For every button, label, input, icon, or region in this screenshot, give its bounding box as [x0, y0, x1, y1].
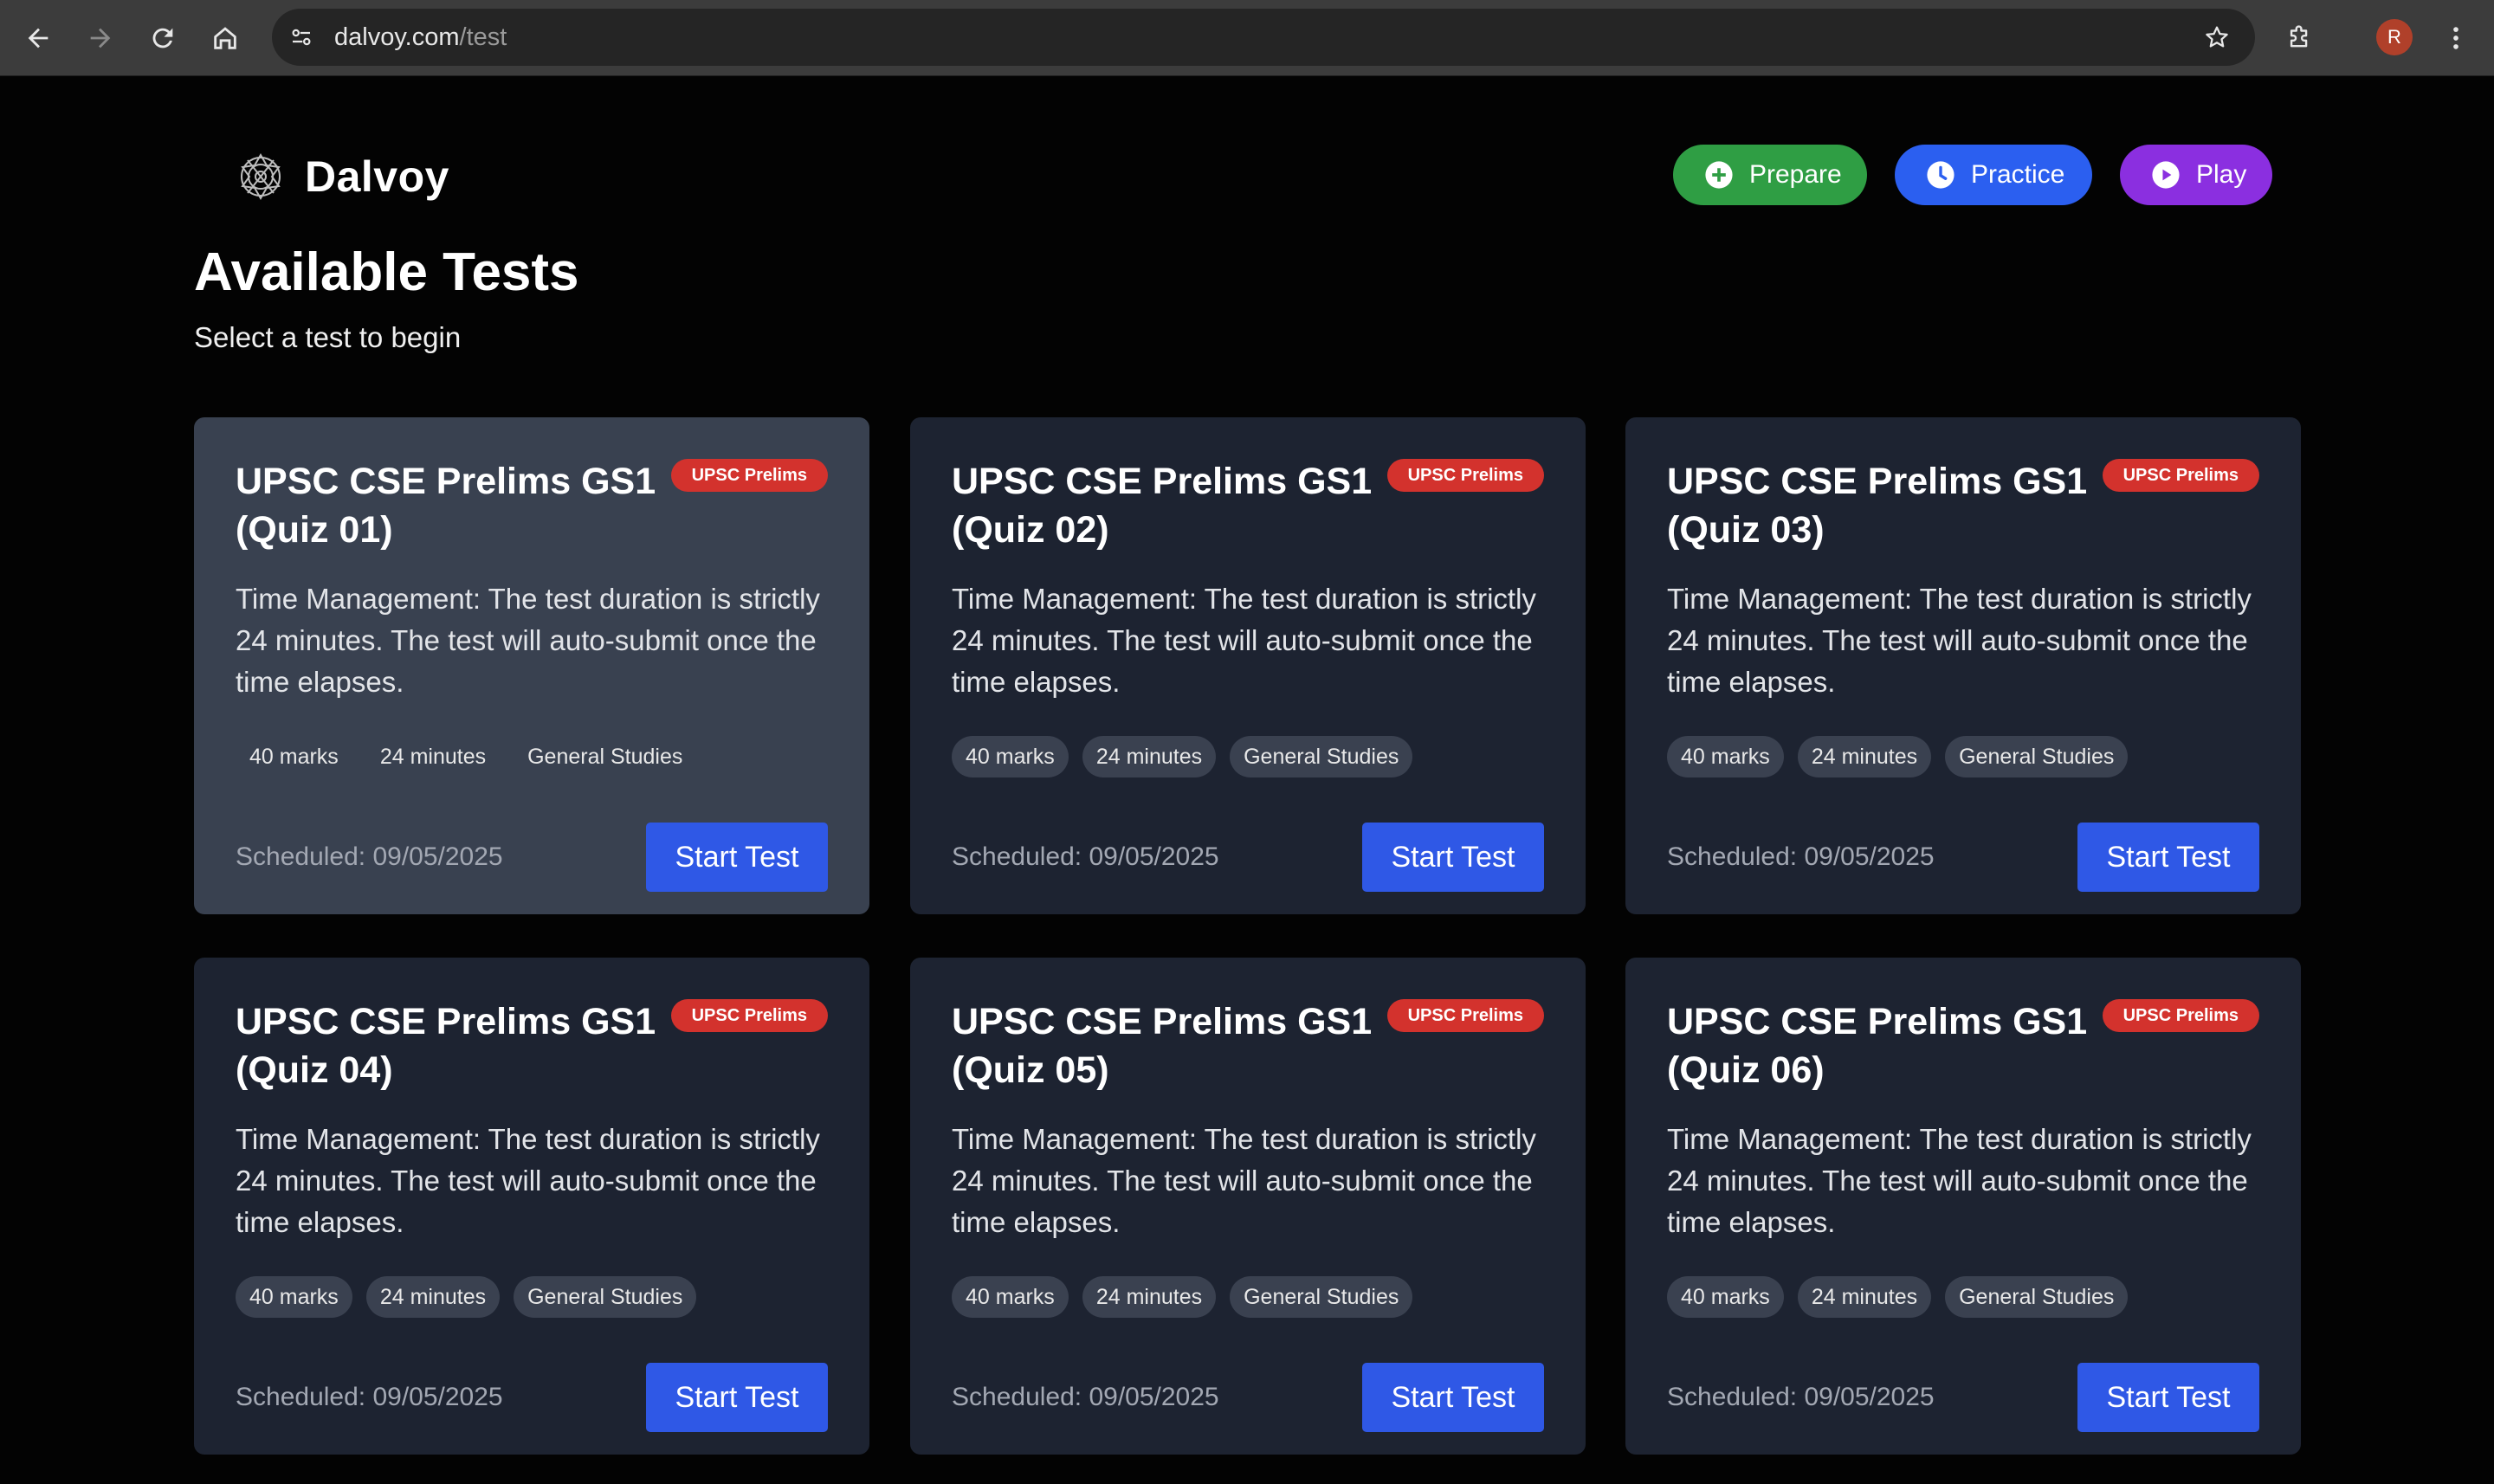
- test-tags: 40 marks 24 minutes General Studies: [1667, 736, 2142, 777]
- prepare-label: Prepare: [1749, 160, 1842, 189]
- forward-button[interactable]: [76, 14, 125, 62]
- arrow-right-icon: [90, 28, 111, 48]
- subject-tag: General Studies: [514, 1276, 697, 1318]
- scheduled-date: Scheduled: 09/05/2025: [236, 842, 503, 871]
- exam-badge: UPSC Prelims: [1386, 999, 1544, 1032]
- subject-tag: General Studies: [1230, 736, 1413, 777]
- test-title: UPSC CSE Prelims GS1 (Quiz 02): [952, 461, 1373, 551]
- subject-tag: General Studies: [1945, 1276, 2129, 1318]
- test-tags: 40 marks 24 minutes General Studies: [236, 736, 710, 777]
- prepare-button[interactable]: Prepare: [1673, 145, 1867, 205]
- start-test-button[interactable]: Start Test: [2077, 823, 2259, 892]
- test-description: Time Management: The test duration is st…: [952, 583, 1536, 698]
- duration-tag: 24 minutes: [1797, 736, 1932, 777]
- test-title: UPSC CSE Prelims GS1 (Quiz 05): [952, 1001, 1373, 1091]
- start-test-button[interactable]: Start Test: [2077, 1363, 2259, 1432]
- marks-tag: 40 marks: [952, 736, 1069, 777]
- test-description: Time Management: The test duration is st…: [952, 1123, 1536, 1238]
- start-test-button[interactable]: Start Test: [1362, 823, 1544, 892]
- url-host: dalvoy.com: [334, 23, 460, 51]
- play-circle-icon: [2152, 161, 2180, 189]
- scheduled-date: Scheduled: 09/05/2025: [1667, 1383, 1935, 1411]
- test-card[interactable]: UPSC CSE Prelims GS1 (Quiz 01) UPSC Prel…: [194, 417, 869, 914]
- test-title: UPSC CSE Prelims GS1 (Quiz 03): [1667, 461, 2088, 551]
- url-text: dalvoy.com/test: [334, 9, 507, 66]
- duration-tag: 24 minutes: [365, 1276, 501, 1318]
- exam-badge: UPSC Prelims: [2102, 459, 2259, 492]
- scheduled-date: Scheduled: 09/05/2025: [1667, 842, 1935, 871]
- home-button[interactable]: [201, 14, 249, 62]
- bookmark-button[interactable]: [2196, 16, 2238, 58]
- test-tags: 40 marks 24 minutes General Studies: [1667, 1276, 2142, 1318]
- browser-menu-button[interactable]: [2432, 14, 2480, 62]
- back-button[interactable]: [14, 14, 62, 62]
- test-card[interactable]: UPSC CSE Prelims GS1 (Quiz 05) UPSC Prel…: [910, 958, 1586, 1455]
- test-card[interactable]: UPSC CSE Prelims GS1 (Quiz 06) UPSC Prel…: [1625, 958, 2301, 1455]
- test-title: UPSC CSE Prelims GS1 (Quiz 01): [236, 461, 656, 551]
- clock-icon: [1927, 161, 1954, 189]
- more-vertical-icon: [2453, 27, 2458, 49]
- test-card[interactable]: UPSC CSE Prelims GS1 (Quiz 04) UPSC Prel…: [194, 958, 869, 1455]
- test-tags: 40 marks 24 minutes General Studies: [236, 1276, 710, 1318]
- brand-name: Dalvoy: [305, 152, 449, 201]
- scheduled-date: Scheduled: 09/05/2025: [236, 1383, 503, 1411]
- test-description: Time Management: The test duration is st…: [1667, 583, 2252, 698]
- reload-button[interactable]: [139, 14, 187, 62]
- scheduled-date: Scheduled: 09/05/2025: [952, 842, 1219, 871]
- start-test-button[interactable]: Start Test: [1362, 1363, 1544, 1432]
- test-tags: 40 marks 24 minutes General Studies: [952, 736, 1426, 777]
- home-icon: [214, 27, 236, 49]
- subject-tag: General Studies: [1230, 1276, 1413, 1318]
- marks-tag: 40 marks: [1667, 736, 1784, 777]
- test-title: UPSC CSE Prelims GS1 (Quiz 06): [1667, 1001, 2088, 1091]
- page-title: Available Tests: [194, 242, 579, 302]
- arrow-left-icon: [28, 28, 48, 48]
- duration-tag: 24 minutes: [1797, 1276, 1932, 1318]
- duration-tag: 24 minutes: [1082, 736, 1217, 777]
- test-card[interactable]: UPSC CSE Prelims GS1 (Quiz 03) UPSC Prel…: [1625, 417, 2301, 914]
- exam-badge: UPSC Prelims: [670, 999, 828, 1032]
- tune-icon: [292, 29, 311, 46]
- test-description: Time Management: The test duration is st…: [236, 1123, 820, 1238]
- star-icon: [2206, 26, 2228, 48]
- exam-badge: UPSC Prelims: [670, 459, 828, 492]
- play-button[interactable]: Play: [2120, 145, 2272, 205]
- address-bar[interactable]: dalvoy.com/test: [272, 9, 2255, 66]
- start-test-button[interactable]: Start Test: [646, 823, 828, 892]
- test-tags: 40 marks 24 minutes General Studies: [952, 1276, 1426, 1318]
- start-test-button[interactable]: Start Test: [646, 1363, 828, 1432]
- subject-tag: General Studies: [527, 745, 683, 769]
- play-label: Play: [2196, 160, 2247, 189]
- brand[interactable]: Dalvoy: [232, 146, 449, 207]
- marks-tag: 40 marks: [236, 1276, 352, 1318]
- browser-toolbar: dalvoy.com/test R: [0, 0, 2494, 76]
- duration-tag: 24 minutes: [1082, 1276, 1217, 1318]
- practice-label: Practice: [1971, 160, 2065, 189]
- test-description: Time Management: The test duration is st…: [236, 583, 820, 698]
- exam-badge: UPSC Prelims: [2102, 999, 2259, 1032]
- exam-badge: UPSC Prelims: [1386, 459, 1544, 492]
- duration-tag: 24 minutes: [379, 745, 487, 769]
- puzzle-icon: [2290, 25, 2308, 48]
- marks-tag: 40 marks: [952, 1276, 1069, 1318]
- dalvoy-logo-icon: [241, 153, 281, 200]
- test-description: Time Management: The test duration is st…: [1667, 1123, 2252, 1238]
- scheduled-date: Scheduled: 09/05/2025: [952, 1383, 1219, 1411]
- subject-tag: General Studies: [1945, 736, 2129, 777]
- marks-tag: 40 marks: [1667, 1276, 1784, 1318]
- site-info-button[interactable]: [281, 16, 322, 58]
- marks-tag: 40 marks: [249, 745, 339, 769]
- url-path: /test: [459, 23, 507, 51]
- extensions-button[interactable]: [2276, 14, 2324, 62]
- test-title: UPSC CSE Prelims GS1 (Quiz 04): [236, 1001, 656, 1091]
- page-content: Dalvoy Prepare Practice Play Available T…: [0, 77, 2494, 1484]
- page-subtitle: Select a test to begin: [194, 321, 462, 353]
- practice-button[interactable]: Practice: [1895, 145, 2092, 205]
- profile-avatar[interactable]: R: [2376, 19, 2413, 55]
- test-card[interactable]: UPSC CSE Prelims GS1 (Quiz 02) UPSC Prel…: [910, 417, 1586, 914]
- plus-circle-icon: [1705, 161, 1733, 189]
- reload-icon: [152, 28, 173, 48]
